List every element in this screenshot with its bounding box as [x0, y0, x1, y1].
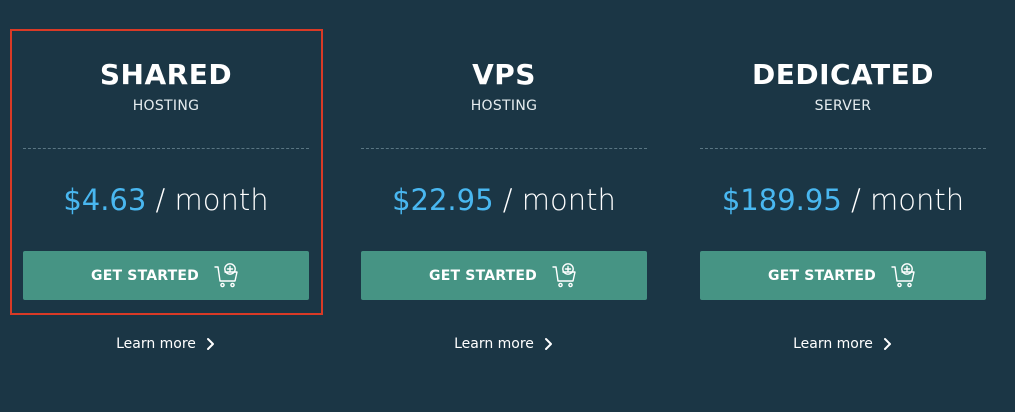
divider — [23, 148, 309, 149]
get-started-label: GET STARTED — [429, 267, 537, 284]
plan-title: DEDICATED — [751, 58, 935, 91]
divider — [700, 148, 986, 149]
price-period: / month — [146, 183, 269, 217]
cart-plus-icon — [552, 262, 576, 287]
price-amount: $22.95 — [392, 183, 494, 217]
price-amount: $4.63 — [63, 183, 147, 217]
cart-plus-icon — [214, 262, 238, 287]
learn-more-link[interactable]: Learn more — [361, 334, 647, 354]
divider — [361, 148, 647, 149]
price-period: / month — [493, 183, 616, 217]
cart-plus-icon — [891, 262, 915, 287]
get-started-button[interactable]: GET STARTED — [23, 251, 309, 300]
plan-subtitle: HOSTING — [470, 98, 538, 114]
plan-title: VPS — [472, 58, 536, 91]
chevron-right-icon — [206, 338, 214, 350]
price-period: / month — [841, 183, 965, 217]
learn-more-label: Learn more — [454, 336, 534, 352]
learn-more-label: Learn more — [116, 336, 196, 352]
get-started-label: GET STARTED — [768, 267, 876, 284]
get-started-label: GET STARTED — [91, 267, 199, 284]
price-amount: $189.95 — [721, 183, 842, 217]
get-started-button[interactable]: GET STARTED — [700, 251, 986, 300]
plan-subtitle: HOSTING — [132, 98, 200, 114]
learn-more-label: Learn more — [793, 336, 873, 352]
price-line: $22.95 / month — [361, 180, 647, 220]
price-line: $4.63 / month — [23, 180, 309, 220]
plan-subtitle: SERVER — [814, 98, 872, 114]
chevron-right-icon — [883, 338, 891, 350]
get-started-button[interactable]: GET STARTED — [361, 251, 647, 300]
learn-more-link[interactable]: Learn more — [700, 334, 986, 354]
plan-card-vps: VPS HOSTING $22.95 / month GET STARTED L… — [361, 0, 647, 412]
plan-card-shared: SHARED HOSTING $4.63 / month GET STARTED… — [23, 0, 309, 412]
price-line: $189.95 / month — [700, 180, 986, 220]
plan-card-dedicated: DEDICATED SERVER $189.95 / month GET STA… — [700, 0, 986, 412]
learn-more-link[interactable]: Learn more — [23, 334, 309, 354]
chevron-right-icon — [544, 338, 552, 350]
plan-title: SHARED — [99, 58, 233, 91]
